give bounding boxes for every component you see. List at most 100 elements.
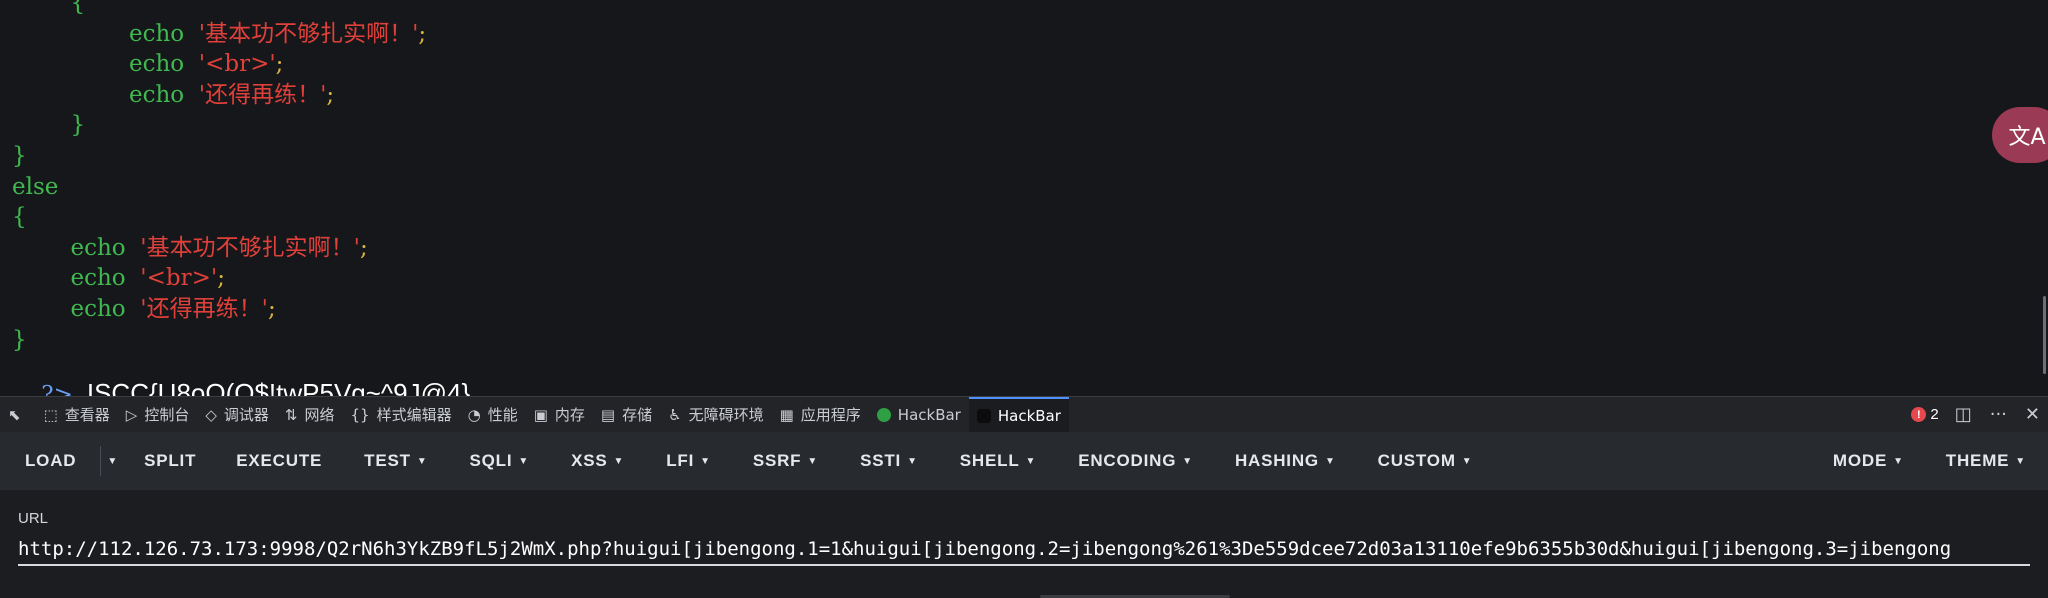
close-icon[interactable]: ✕ — [2025, 404, 2040, 425]
theme-label: THEME — [1945, 451, 2010, 470]
dock-side-icon[interactable]: ◫ — [1955, 404, 1972, 425]
tab-application[interactable]: ▦ 应用程序 — [772, 397, 869, 432]
application-icon: ▦ — [779, 405, 794, 424]
code-string: '基本功不够扎实啊！' — [140, 234, 360, 261]
php-close-tag: ?> — [41, 382, 73, 396]
chevron-down-icon: ▼ — [1461, 455, 1473, 467]
tab-storage-label: 存储 — [622, 406, 653, 424]
code-brace: } — [12, 143, 27, 169]
chevron-down-icon: ▼ — [700, 455, 711, 467]
element-picker-icon: ⬉ — [8, 405, 21, 424]
tab-memory[interactable]: ▣ 内存 — [526, 397, 593, 432]
code-line: echo '基本功不够扎实啊！'; — [12, 233, 368, 263]
chevron-down-icon: ▼ — [1324, 455, 1336, 467]
sqli-label: SQLI — [469, 451, 513, 470]
tab-hackbar-2[interactable]: HackBar — [968, 397, 1069, 432]
custom-label: CUSTOM — [1377, 451, 1456, 470]
chevron-down-icon: ▼ — [1893, 455, 1904, 467]
code-output-line: ?> ISCC{U8oO(O$!twP5Vg~^9J@4} — [12, 348, 470, 396]
tab-hackbar-2-label: HackBar — [997, 406, 1061, 425]
tab-style-editor-label: 样式编辑器 — [376, 406, 452, 424]
tab-application-label: 应用程序 — [800, 406, 861, 424]
execute-label: EXECUTE — [236, 451, 323, 470]
tab-inspector[interactable]: ⬚ 查看器 — [36, 397, 118, 432]
error-badge[interactable]: ! 2 — [1911, 406, 1939, 423]
hashing-button[interactable]: HASHING ▼ — [1223, 432, 1348, 490]
tab-accessibility-label: 无障碍环境 — [688, 406, 764, 424]
theme-button[interactable]: THEME ▼ — [1934, 432, 2038, 490]
xss-label: XSS — [571, 451, 608, 470]
tab-hackbar-1-label: HackBar — [897, 405, 961, 424]
hackbar-dark-icon — [976, 408, 991, 423]
code-line: echo '<br>'; — [12, 263, 225, 293]
test-label: TEST — [364, 451, 411, 470]
code-line: } — [12, 110, 86, 140]
lfi-button[interactable]: LFI ▼ — [654, 432, 723, 490]
tab-storage[interactable]: ▤ 存储 — [593, 397, 660, 432]
code-keyword: else — [12, 173, 59, 200]
devtools-tab-bar: ⬉ ⬚ 查看器 ▷ 控制台 ◇ 调试器 ⇅ 网络 {} 样式编辑器 ◔ 性能 ▣ 内存 ▤ 存储 ♿ 无障碍环境 ▦… — [0, 396, 2048, 433]
code-keyword: echo — [128, 51, 185, 78]
code-string: '还得再练！' — [198, 81, 327, 108]
code-line: echo '<br>'; — [12, 49, 283, 79]
shell-button[interactable]: SHELL ▼ — [948, 432, 1048, 490]
tab-performance[interactable]: ◔ 性能 — [460, 397, 526, 432]
code-semicolon: ; — [359, 234, 368, 261]
more-options-icon[interactable]: ··· — [1990, 404, 2007, 425]
ssrf-button[interactable]: SSRF ▼ — [741, 432, 830, 490]
tab-debugger[interactable]: ◇ 调试器 — [197, 397, 277, 432]
execute-button[interactable]: EXECUTE — [224, 432, 334, 490]
code-semicolon: ; — [217, 265, 225, 292]
load-label: LOAD — [25, 451, 77, 470]
code-brace: } — [70, 112, 86, 139]
error-count: 2 — [1930, 406, 1939, 423]
debugger-icon: ◇ — [205, 405, 217, 424]
tab-console-label: 控制台 — [144, 406, 190, 424]
chevron-down-icon: ▼ — [1182, 455, 1193, 467]
element-picker-button[interactable]: ⬉ — [0, 397, 36, 432]
code-line: { — [12, 202, 27, 232]
split-label: SPLIT — [144, 451, 197, 470]
test-button[interactable]: TEST ▼ — [352, 432, 439, 490]
code-keyword: echo — [128, 81, 185, 108]
tab-console[interactable]: ▷ 控制台 — [118, 397, 198, 432]
code-line: } — [12, 141, 27, 171]
code-brace: { — [70, 0, 86, 16]
tab-debugger-label: 调试器 — [223, 406, 269, 424]
code-line: echo '基本功不够扎实啊！'; — [12, 19, 426, 49]
hackbar-buttons: LOAD ▼ SPLIT EXECUTE TEST ▼ SQLI ▼ XSS ▼ LFI ▼ SSRF ▼… — [0, 432, 1485, 490]
code-semicolon: ; — [267, 296, 276, 322]
translate-button[interactable]: 文A — [1992, 107, 2048, 163]
xss-button[interactable]: XSS ▼ — [559, 432, 636, 490]
mode-button[interactable]: MODE ▼ — [1821, 432, 1916, 490]
chevron-down-icon: ▼ — [613, 455, 625, 467]
mode-label: MODE — [1832, 451, 1888, 470]
flag-text: ISCC{U8oO(O$!twP5Vg~^9J@4} — [86, 378, 471, 396]
scrollbar-thumb[interactable] — [2043, 296, 2046, 374]
code-line: echo '还得再练！'; — [12, 294, 276, 324]
lfi-label: LFI — [666, 451, 695, 470]
url-input[interactable]: http://112.126.73.173:9998/Q2rN6h3YkZB9f… — [18, 532, 2030, 566]
load-button[interactable]: LOAD — [13, 432, 88, 490]
style-editor-icon: {} — [350, 405, 370, 424]
split-button[interactable]: SPLIT — [132, 432, 208, 490]
ssti-button[interactable]: SSTI ▼ — [848, 432, 930, 490]
tab-style-editor[interactable]: {} 样式编辑器 — [343, 397, 460, 432]
encoding-button[interactable]: ENCODING ▼ — [1066, 432, 1205, 490]
url-panel: URL http://112.126.73.173:9998/Q2rN6h3Yk… — [0, 490, 2048, 598]
code-brace: { — [12, 204, 27, 231]
tab-performance-label: 性能 — [487, 406, 518, 424]
tab-hackbar-1[interactable]: HackBar — [869, 397, 969, 432]
translate-icon: 文A — [2008, 125, 2046, 150]
sqli-button[interactable]: SQLI ▼ — [458, 432, 542, 490]
tab-network[interactable]: ⇅ 网络 — [277, 397, 343, 432]
encoding-label: ENCODING — [1078, 451, 1177, 470]
load-dropdown-button[interactable]: ▼ — [88, 432, 122, 490]
chevron-down-icon: ▼ — [518, 455, 530, 467]
devtools-tabs: ⬚ 查看器 ▷ 控制台 ◇ 调试器 ⇅ 网络 {} 样式编辑器 ◔ 性能 ▣ 内存 ▤ 存储 ♿ 无障碍环境 ▦ 应用… — [36, 397, 869, 432]
shell-label: SHELL — [959, 451, 1020, 470]
custom-button[interactable]: CUSTOM ▼ — [1366, 432, 1485, 490]
chevron-down-icon: ▼ — [907, 455, 918, 467]
code-string: '还得再练！' — [140, 296, 268, 322]
tab-accessibility[interactable]: ♿ 无障碍环境 — [660, 397, 771, 432]
